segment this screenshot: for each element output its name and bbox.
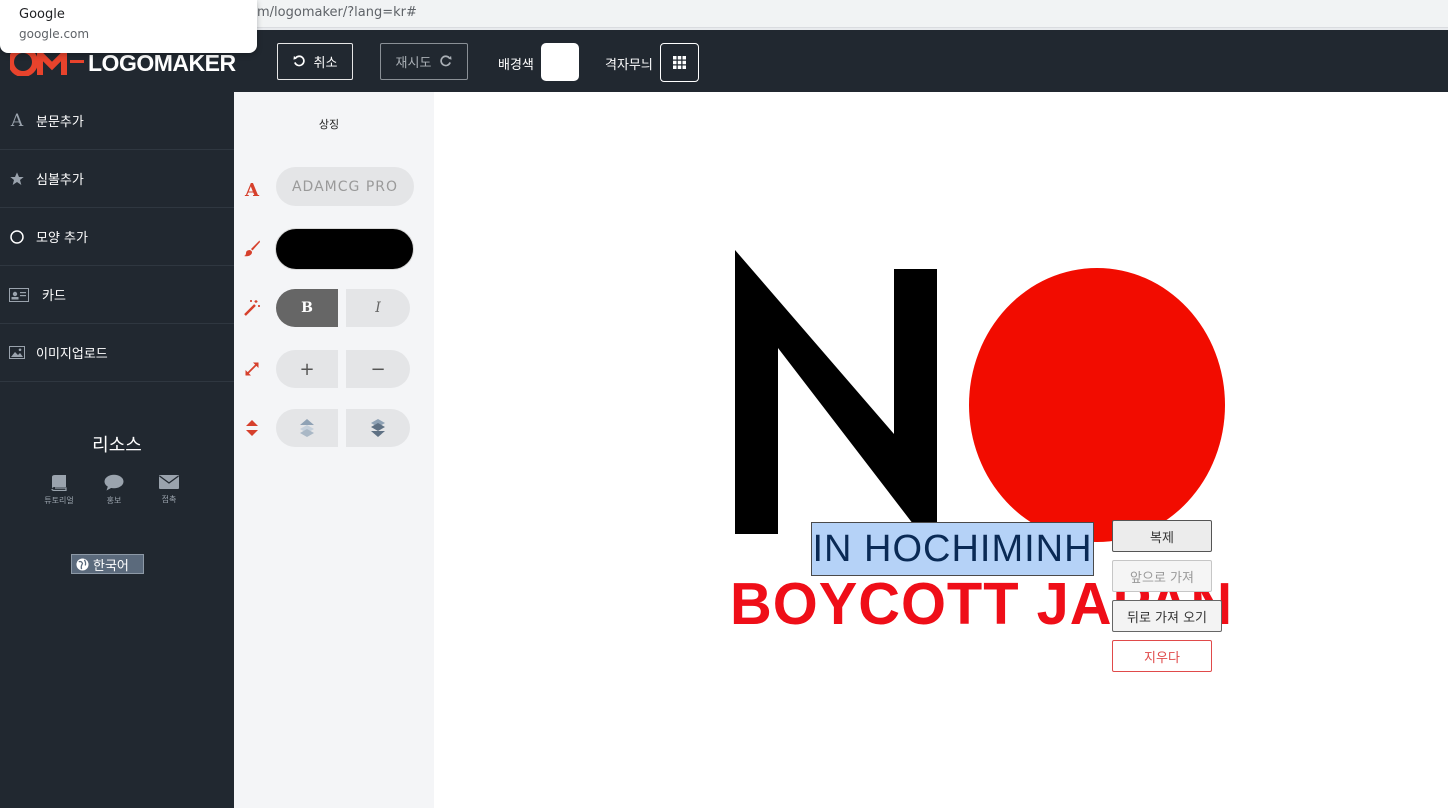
- send-backward-button[interactable]: 뒤로 가져 오기: [1112, 600, 1222, 632]
- layer-down-button[interactable]: [346, 409, 410, 447]
- sidebar-item-label: 모양 추가: [36, 231, 88, 246]
- font-icon: A: [245, 179, 259, 201]
- letter-n-shape: [735, 250, 937, 534]
- resource-tutorial-link[interactable]: 튜토리얼: [39, 474, 79, 506]
- size-decrease-button[interactable]: −: [346, 350, 410, 388]
- background-color-label: 배경색: [498, 58, 534, 73]
- resource-label: 튜토리얼: [44, 496, 74, 505]
- card-icon: [8, 287, 30, 302]
- brush-icon: [242, 238, 262, 258]
- url-text: m/logomaker/?lang=kr#: [257, 5, 417, 20]
- background-color-swatch[interactable]: [541, 43, 579, 81]
- logo-wordmark: LOGOMAKER: [88, 50, 236, 76]
- redo-label: 재시도: [395, 56, 432, 71]
- left-sidebar: A 분문추가 심볼추가 모양 추가 카드 이미지업로드 리소스 튜토리얼 홍보: [0, 92, 234, 808]
- undo-icon: [292, 55, 305, 67]
- layer-order-icon: [242, 418, 262, 438]
- resource-label: 접촉: [161, 495, 177, 504]
- grid-icon: [673, 56, 686, 69]
- sidebar-item-label: 카드: [42, 289, 66, 304]
- chat-icon: [104, 474, 124, 491]
- star-icon: [8, 171, 26, 187]
- resize-icon: [242, 359, 262, 379]
- sidebar-item-add-symbol[interactable]: 심볼추가: [0, 150, 234, 208]
- layer-up-icon: [300, 419, 314, 437]
- bring-forward-button[interactable]: 앞으로 가져: [1112, 560, 1212, 592]
- resources-title: 리소스: [92, 435, 142, 456]
- properties-panel: 상징 A ADAMCG PRO B I + −: [234, 92, 434, 808]
- sidebar-item-card[interactable]: 카드: [0, 266, 234, 324]
- delete-button[interactable]: 지우다: [1112, 640, 1212, 672]
- browser-suggestion-popup[interactable]: Google google.com: [0, 0, 257, 53]
- language-label: 한국어: [93, 558, 129, 574]
- size-increase-button[interactable]: +: [276, 350, 338, 388]
- sidebar-item-label: 심볼추가: [36, 173, 84, 188]
- circle-icon: [8, 229, 26, 244]
- sidebar-item-add-text[interactable]: A 분문추가: [0, 92, 234, 150]
- sidebar-item-label: 분문추가: [36, 115, 84, 130]
- grid-toggle-button[interactable]: [660, 43, 699, 82]
- design-canvas[interactable]: BOYCOTT JAPAN IN HOCHIMINH 복제 앞으로 가져 뒤로 …: [434, 92, 1448, 808]
- selected-text-object[interactable]: IN HOCHIMINH: [811, 522, 1094, 576]
- undo-button[interactable]: 취소: [277, 43, 353, 80]
- resource-contact-link[interactable]: 접촉: [149, 474, 189, 505]
- grid-label: 격자무늬: [605, 58, 653, 73]
- redo-icon: [440, 55, 452, 67]
- sidebar-item-label: 이미지업로드: [36, 347, 108, 362]
- image-icon: [8, 346, 26, 359]
- italic-button[interactable]: I: [346, 289, 410, 327]
- logo-artwork: [735, 250, 1225, 542]
- layer-down-icon: [371, 419, 385, 437]
- resource-label: 홍보: [106, 496, 122, 505]
- text-icon: A: [10, 110, 24, 131]
- bold-button[interactable]: B: [276, 289, 338, 327]
- suggestion-domain: google.com: [19, 27, 90, 41]
- sidebar-item-add-shape[interactable]: 모양 추가: [0, 208, 234, 266]
- mail-icon: [159, 475, 179, 489]
- text-color-picker[interactable]: [275, 228, 414, 270]
- resource-promo-link[interactable]: 홍보: [94, 474, 134, 506]
- magic-wand-icon: [242, 298, 262, 318]
- language-selector[interactable]: 한국어: [71, 554, 144, 574]
- redo-button[interactable]: 재시도: [380, 43, 468, 80]
- panel-title: 상징: [318, 118, 340, 131]
- layer-up-button[interactable]: [276, 409, 338, 447]
- red-circle-shape: [969, 268, 1225, 542]
- book-icon: [51, 475, 67, 491]
- suggestion-title: Google: [19, 7, 65, 22]
- globe-icon: [76, 557, 89, 571]
- font-select[interactable]: ADAMCG PRO: [276, 167, 414, 206]
- undo-label: 취소: [313, 56, 338, 71]
- duplicate-button[interactable]: 복제: [1112, 520, 1212, 552]
- sidebar-item-image-upload[interactable]: 이미지업로드: [0, 324, 234, 382]
